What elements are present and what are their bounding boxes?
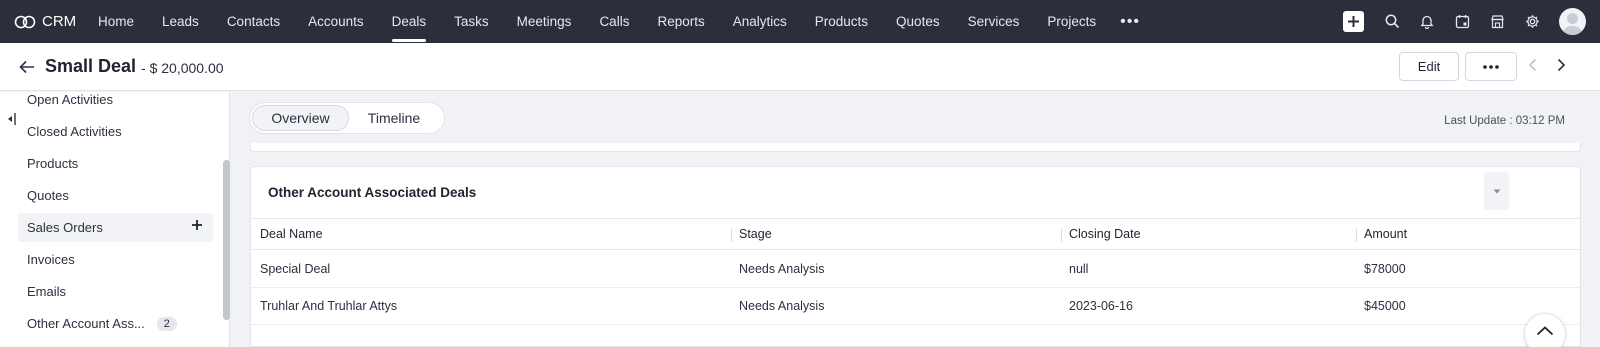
sidebar-item-quotes[interactable]: Quotes	[18, 181, 213, 210]
amount-cell: $78000	[1364, 262, 1406, 276]
edit-button[interactable]: Edit	[1399, 52, 1459, 81]
nav-item-deals[interactable]: Deals	[391, 0, 426, 43]
tab-timeline[interactable]: Timeline	[349, 105, 439, 131]
nav-item-products[interactable]: Products	[815, 0, 868, 43]
calendar-icon[interactable]	[1452, 12, 1472, 32]
table-row[interactable]: Special Deal Needs Analysis null $78000	[251, 251, 1580, 288]
gear-icon[interactable]	[1522, 12, 1542, 32]
column-divider	[1061, 228, 1062, 242]
sidebar-item-label: Sales Orders	[27, 220, 103, 235]
crm-logo-icon	[14, 15, 36, 28]
last-update-text: Last Update : 03:12 PM	[1444, 115, 1565, 127]
column-divider	[731, 228, 732, 242]
nav-right-tools	[1343, 0, 1600, 43]
brand-name: CRM	[42, 13, 77, 30]
sidebar-item-open-activities[interactable]: Open Activities	[18, 85, 213, 114]
scrollbar-thumb[interactable]	[223, 160, 230, 320]
record-title: Small Deal	[45, 56, 137, 76]
other-account-deals-card: Other Account Associated Deals Deal Name…	[250, 166, 1581, 347]
sidebar-item-invoices[interactable]: Invoices	[18, 245, 213, 274]
back-arrow-icon[interactable]	[19, 60, 35, 74]
marketplace-icon[interactable]	[1487, 12, 1507, 32]
closing-date-cell: 2023-06-16	[1069, 299, 1133, 313]
column-header-closing-date[interactable]: Closing Date	[1069, 219, 1141, 249]
view-tabs: Overview Timeline	[249, 102, 445, 134]
column-header-stage[interactable]: Stage	[739, 219, 772, 249]
column-header-deal-name[interactable]: Deal Name	[260, 219, 323, 249]
card-dropdown-icon[interactable]	[1484, 172, 1509, 210]
nav-item-services[interactable]: Services	[968, 0, 1020, 43]
nav-more-icon[interactable]: •••	[1120, 13, 1140, 31]
collapse-sidebar-icon[interactable]	[6, 112, 16, 131]
nav-item-calls[interactable]: Calls	[599, 0, 629, 43]
closing-date-cell: null	[1069, 262, 1089, 276]
nav-item-home[interactable]: Home	[98, 0, 134, 43]
table-row[interactable]: Truhlar And Truhlar Attys Needs Analysis…	[251, 288, 1580, 325]
deal-name-cell[interactable]: Truhlar And Truhlar Attys	[260, 288, 397, 324]
table-header: Deal Name Stage Closing Date Amount	[251, 218, 1580, 250]
nav-item-contacts[interactable]: Contacts	[227, 0, 280, 43]
tab-overview[interactable]: Overview	[252, 105, 349, 131]
record-amount: - $ 20,000.00	[141, 60, 224, 76]
card-title: Other Account Associated Deals	[268, 185, 477, 200]
previous-section-bottom	[250, 143, 1581, 152]
nav-items: Home Leads Contacts Accounts Deals Tasks…	[98, 0, 1140, 43]
scroll-to-top-button[interactable]	[1524, 313, 1566, 347]
nav-item-reports[interactable]: Reports	[657, 0, 704, 43]
record-header: Small Deal - $ 20,000.00 Edit	[0, 43, 1600, 91]
sidebar-scrollbar[interactable]	[223, 92, 230, 347]
sidebar-item-label: Other Account Ass...	[27, 316, 145, 331]
previous-record-icon[interactable]	[1528, 58, 1537, 77]
search-icon[interactable]	[1382, 12, 1402, 32]
column-divider	[1356, 228, 1357, 242]
avatar[interactable]	[1559, 8, 1586, 35]
deal-name-cell[interactable]: Special Deal	[260, 251, 330, 287]
create-plus-icon[interactable]	[1343, 11, 1364, 32]
next-record-icon[interactable]	[1557, 58, 1566, 77]
more-dots-icon	[1483, 64, 1499, 69]
nav-item-analytics[interactable]: Analytics	[733, 0, 787, 43]
nav-item-tasks[interactable]: Tasks	[454, 0, 489, 43]
sidebar-item-closed-activities[interactable]: Closed Activities	[18, 117, 213, 146]
amount-cell: $45000	[1364, 299, 1406, 313]
more-actions-button[interactable]	[1465, 52, 1517, 81]
nav-item-leads[interactable]: Leads	[162, 0, 199, 43]
bell-icon[interactable]	[1417, 12, 1437, 32]
nav-item-quotes[interactable]: Quotes	[896, 0, 940, 43]
sidebar-item-emails[interactable]: Emails	[18, 277, 213, 306]
related-list-sidebar: Open Activities Closed Activities Produc…	[0, 92, 230, 347]
add-plus-icon[interactable]	[191, 219, 203, 234]
chevron-up-icon	[1536, 326, 1554, 336]
sidebar-item-products[interactable]: Products	[18, 149, 213, 178]
brand-logo[interactable]: CRM	[0, 13, 98, 30]
top-nav: CRM Home Leads Contacts Accounts Deals T…	[0, 0, 1600, 43]
sidebar-item-sales-orders[interactable]: Sales Orders	[18, 213, 213, 242]
nav-item-meetings[interactable]: Meetings	[517, 0, 572, 43]
stage-cell: Needs Analysis	[739, 262, 825, 276]
stage-cell: Needs Analysis	[739, 299, 825, 313]
nav-item-projects[interactable]: Projects	[1047, 0, 1096, 43]
sidebar-item-other-account-associated-deals[interactable]: Other Account Ass... 2	[18, 309, 213, 338]
count-badge: 2	[156, 316, 177, 331]
column-header-amount[interactable]: Amount	[1364, 219, 1407, 249]
nav-item-accounts[interactable]: Accounts	[308, 0, 364, 43]
